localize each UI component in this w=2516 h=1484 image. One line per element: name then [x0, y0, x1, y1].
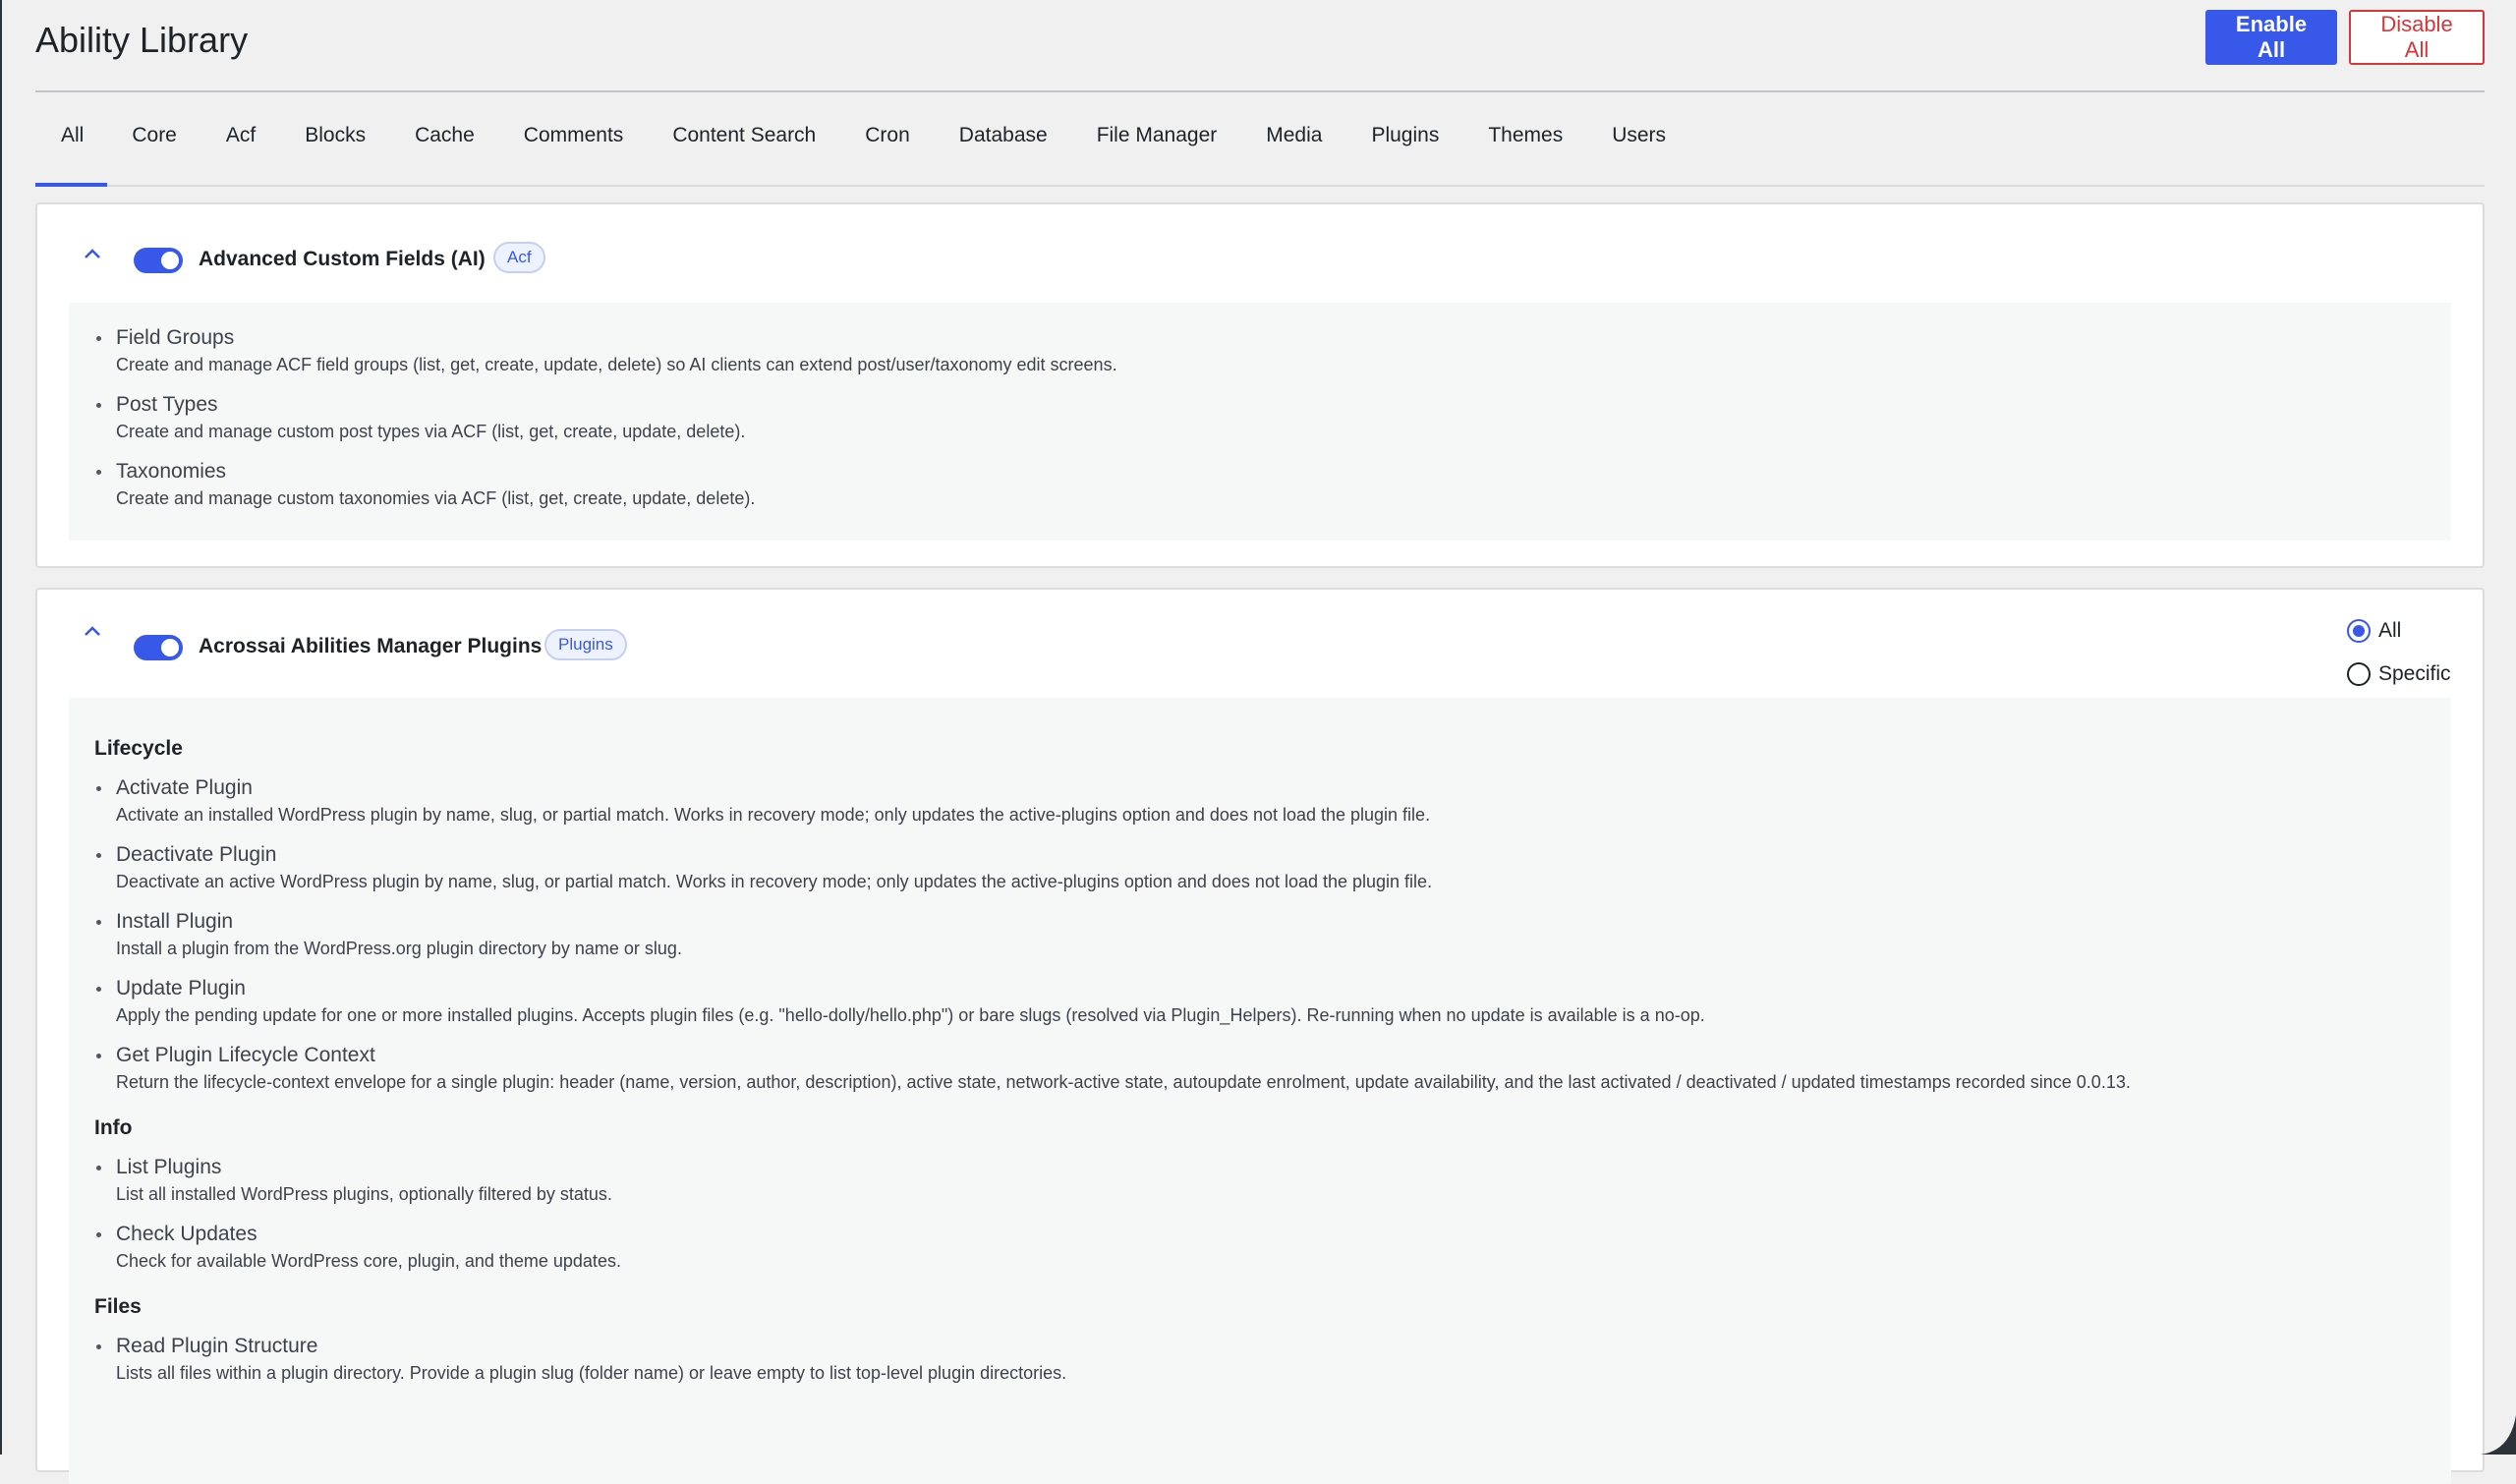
list-item: Activate Plugin Activate an installed Wo… [69, 774, 2451, 828]
tab-comments[interactable]: Comments [499, 124, 649, 185]
list-item: Check Updates Check for available WordPr… [69, 1221, 2451, 1274]
item-title: List Plugins [116, 1156, 222, 1178]
panel-header: Acrossai Abilities Manager Plugins Plugi… [37, 590, 2483, 688]
category-badge: Plugins [544, 629, 627, 660]
list-item: Get Plugin Lifecycle Context Return the … [69, 1042, 2451, 1095]
tab-content-search[interactable]: Content Search [648, 124, 840, 185]
item-title: Install Plugin [116, 910, 234, 933]
window-corner [2481, 1415, 2516, 1455]
window-edge [0, 0, 2, 1455]
scope-option-all[interactable]: All [2347, 609, 2451, 653]
tab-blocks[interactable]: Blocks [280, 124, 390, 185]
item-title: Activate Plugin [116, 776, 253, 799]
tab-all[interactable]: All [35, 124, 108, 187]
item-description: Create and manage ACF field groups (list… [116, 355, 1117, 374]
enable-toggle[interactable] [134, 635, 183, 660]
list-item: Deactivate Plugin Deactivate an active W… [69, 841, 2451, 894]
radio-button[interactable] [2347, 662, 2371, 686]
item-title: Read Plugin Structure [116, 1335, 318, 1357]
item-description: Return the lifecycle-context envelope fo… [116, 1072, 2131, 1092]
item-description: Apply the pending update for one or more… [116, 1005, 1705, 1025]
list-item: Read Plugin Structure Lists all files wi… [69, 1333, 2451, 1386]
ability-list: Lifecycle Activate Plugin Activate an in… [69, 698, 2451, 1484]
page-header: Ability Library Enable All Disable All [35, 0, 2485, 92]
page-title: Ability Library [35, 20, 249, 60]
panel-header: Advanced Custom Fields (AI) Acf [37, 204, 2483, 303]
group-title: Info [94, 1116, 133, 1139]
tab-cron[interactable]: Cron [840, 124, 935, 185]
panel-title: Advanced Custom Fields (AI) [199, 248, 486, 270]
tab-file-manager[interactable]: File Manager [1072, 124, 1242, 185]
item-description: List all installed WordPress plugins, op… [116, 1184, 612, 1204]
list-item: Field Groups Create and manage ACF field… [69, 324, 2451, 377]
item-description: Create and manage custom taxonomies via … [116, 488, 756, 508]
ability-list: Field Groups Create and manage ACF field… [69, 303, 2451, 541]
item-description: Lists all files within a plugin director… [116, 1363, 1067, 1383]
tab-core[interactable]: Core [107, 124, 201, 185]
item-title: Post Types [116, 393, 218, 416]
panel-title: Acrossai Abilities Manager Plugins [199, 635, 543, 657]
ability-panel-plugins: Acrossai Abilities Manager Plugins Plugi… [35, 588, 2485, 1484]
radio-label: All [2378, 619, 2402, 642]
radio-label: Specific [2378, 662, 2451, 685]
tab-cache[interactable]: Cache [390, 124, 499, 185]
scope-option-specific[interactable]: Specific [2347, 653, 2451, 696]
tab-media[interactable]: Media [1241, 124, 1346, 185]
scope-radio-group: All Specific [2347, 609, 2451, 696]
item-title: Field Groups [116, 326, 235, 349]
category-badge: Acf [493, 242, 545, 273]
item-description: Activate an installed WordPress plugin b… [116, 805, 1431, 825]
list-item: Update Plugin Apply the pending update f… [69, 975, 2451, 1028]
item-description: Create and manage custom post types via … [116, 422, 746, 441]
tab-database[interactable]: Database [935, 124, 1072, 185]
tab-users[interactable]: Users [1587, 124, 1690, 185]
tab-acf[interactable]: Acf [201, 124, 280, 185]
item-title: Check Updates [116, 1223, 257, 1245]
chevron-up-icon[interactable] [83, 621, 102, 641]
enable-toggle[interactable] [134, 248, 183, 273]
toggle-knob [161, 639, 179, 656]
group-title: Files [94, 1295, 142, 1318]
tab-themes[interactable]: Themes [1463, 124, 1587, 185]
item-title: Get Plugin Lifecycle Context [116, 1044, 375, 1066]
chevron-up-icon[interactable] [83, 244, 102, 263]
item-description: Deactivate an active WordPress plugin by… [116, 872, 1433, 891]
toggle-knob [161, 252, 179, 269]
item-title: Taxonomies [116, 460, 227, 483]
ability-library-page: Ability Library Enable All Disable All A… [35, 0, 2485, 1484]
item-title: Deactivate Plugin [116, 843, 277, 866]
item-title: Update Plugin [116, 977, 246, 999]
disable-all-button[interactable]: Disable All [2349, 10, 2485, 65]
tab-plugins[interactable]: Plugins [1346, 124, 1463, 185]
list-item: Install Plugin Install a plugin from the… [69, 908, 2451, 961]
radio-button-checked[interactable] [2347, 619, 2371, 643]
item-description: Check for available WordPress core, plug… [116, 1251, 621, 1271]
group-title: Lifecycle [94, 737, 183, 760]
category-tabs: All Core Acf Blocks Cache Comments Conte… [35, 92, 2485, 187]
list-item: Post Types Create and manage custom post… [69, 391, 2451, 444]
ability-panel-acf: Advanced Custom Fields (AI) Acf Field Gr… [35, 202, 2485, 568]
list-item: Taxonomies Create and manage custom taxo… [69, 458, 2451, 511]
list-item: List Plugins List all installed WordPres… [69, 1154, 2451, 1207]
enable-all-button[interactable]: Enable All [2205, 10, 2337, 65]
item-description: Install a plugin from the WordPress.org … [116, 939, 682, 958]
